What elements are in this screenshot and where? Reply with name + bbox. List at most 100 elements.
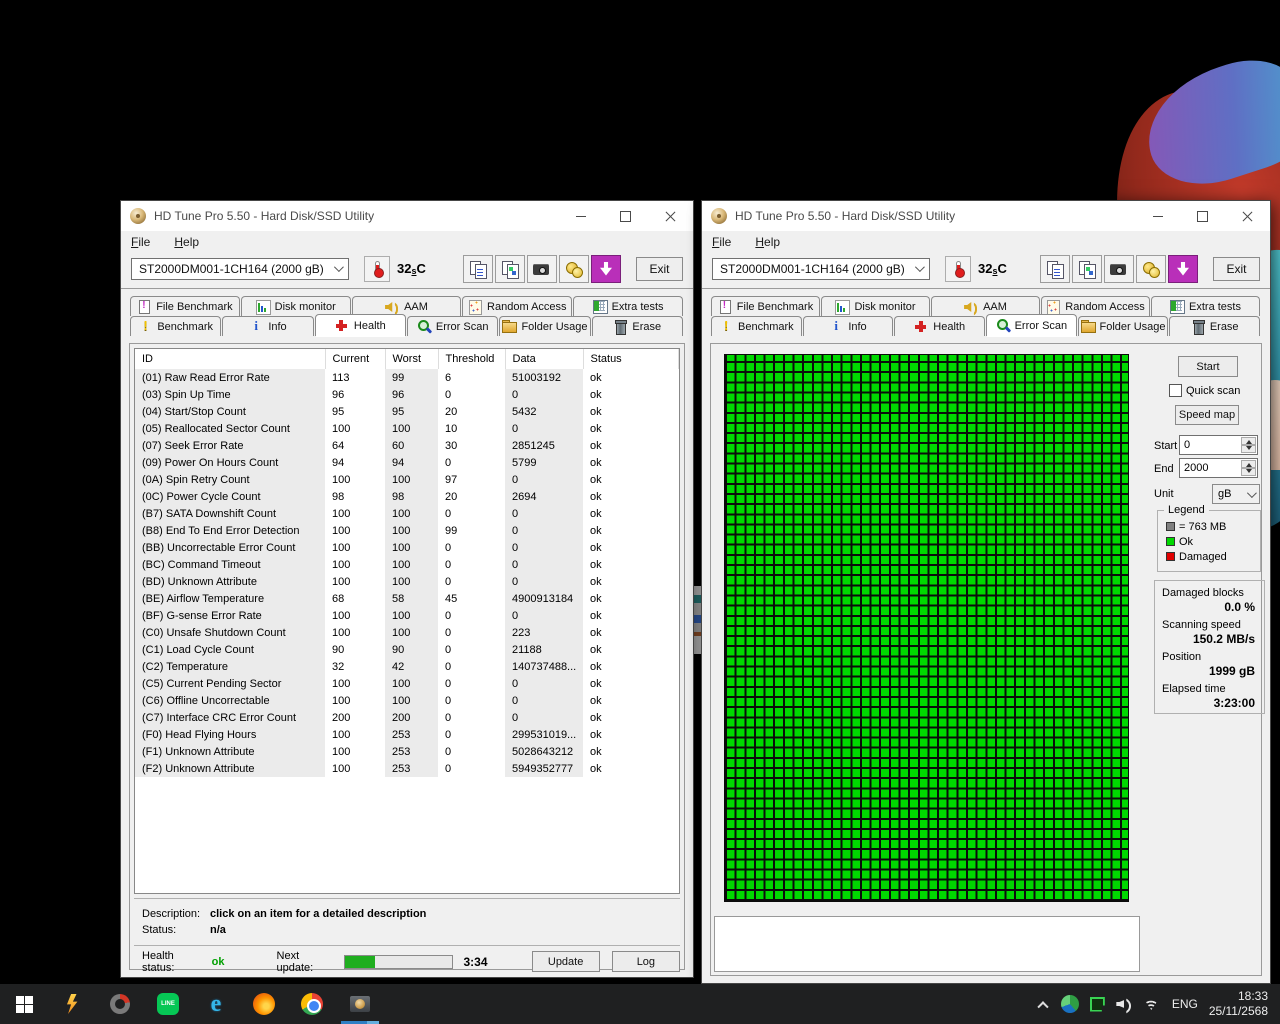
tab-disk-monitor[interactable]: Disk monitor (241, 296, 351, 316)
smart-row[interactable]: (05) Reallocated Sector Count100100100ok (135, 420, 679, 437)
tab-aam[interactable]: AAM (931, 296, 1040, 316)
tab-extra-tests[interactable]: Extra tests (573, 296, 683, 316)
smart-row[interactable]: (C1) Load Cycle Count9090021188ok (135, 641, 679, 658)
donate-button[interactable] (559, 255, 589, 283)
column-header-threshold[interactable]: Threshold (438, 349, 505, 369)
smart-row[interactable]: (C6) Offline Uncorrectable10010000ok (135, 692, 679, 709)
smart-row[interactable]: (C0) Unsafe Shutdown Count1001000223ok (135, 624, 679, 641)
exit-button[interactable]: Exit (1213, 257, 1260, 281)
tab-info[interactable]: Info (222, 316, 313, 336)
smart-row[interactable]: (09) Power On Hours Count949405799ok (135, 454, 679, 471)
taskbar-line[interactable]: LINE (144, 984, 192, 1024)
end-position-input[interactable]: 2000 (1179, 458, 1258, 478)
log-button[interactable]: Log (612, 951, 680, 972)
spin-up-icon[interactable] (1241, 460, 1256, 468)
start-position-input[interactable]: 0 (1179, 435, 1258, 455)
speed-map-button[interactable]: Speed map (1175, 405, 1239, 425)
tab-extra-tests[interactable]: Extra tests (1151, 296, 1260, 316)
smart-row[interactable]: (BB) Uncorrectable Error Count10010000ok (135, 539, 679, 556)
language-indicator[interactable]: ENG (1165, 997, 1205, 1011)
smart-row[interactable]: (BE) Airflow Temperature6858454900913184… (135, 590, 679, 607)
menu-help[interactable]: Help (174, 235, 199, 249)
unit-select[interactable]: gB (1212, 484, 1260, 504)
spin-down-icon[interactable] (1241, 468, 1256, 476)
tray-idm[interactable] (1057, 984, 1084, 1024)
close-button[interactable] (648, 201, 693, 231)
tray-hdtune[interactable] (1084, 984, 1111, 1024)
tab-random-access[interactable]: Random Access (1041, 296, 1150, 316)
column-header-current[interactable]: Current (325, 349, 385, 369)
taskbar-clock[interactable]: 18:33 25/11/2568 (1205, 989, 1280, 1019)
smart-row[interactable]: (07) Seek Error Rate6460302851245ok (135, 437, 679, 454)
taskbar-chrome[interactable] (288, 984, 336, 1024)
smart-row[interactable]: (01) Raw Read Error Rate11399651003192ok (135, 369, 679, 386)
smart-row[interactable]: (BF) G-sense Error Rate10010000ok (135, 607, 679, 624)
taskbar-winamp[interactable] (48, 984, 96, 1024)
smart-row[interactable]: (C5) Current Pending Sector10010000ok (135, 675, 679, 692)
smart-row[interactable]: (04) Start/Stop Count9595205432ok (135, 403, 679, 420)
tab-health[interactable]: Health (315, 314, 406, 336)
taskbar-disk-tool[interactable] (96, 984, 144, 1024)
spin-up-icon[interactable] (1241, 437, 1256, 445)
tray-volume[interactable] (1111, 984, 1138, 1024)
smart-row[interactable]: (0A) Spin Retry Count100100970ok (135, 471, 679, 488)
smart-row[interactable]: (C2) Temperature32420140737488...ok (135, 658, 679, 675)
spin-down-icon[interactable] (1241, 445, 1256, 453)
drive-select[interactable]: ST2000DM001-1CH164 (2000 gB) (712, 258, 930, 280)
tab-file-benchmark[interactable]: File Benchmark (130, 296, 240, 316)
minimize-button[interactable] (1135, 201, 1180, 231)
tab-info[interactable]: Info (803, 316, 894, 336)
tab-erase[interactable]: Erase (592, 316, 683, 336)
start-spinner[interactable] (1241, 437, 1256, 453)
start-button[interactable] (0, 984, 48, 1024)
column-header-data[interactable]: Data (505, 349, 583, 369)
maximize-button[interactable] (1180, 201, 1225, 231)
tab-aam[interactable]: AAM (352, 296, 462, 316)
smart-row[interactable]: (0C) Power Cycle Count9898202694ok (135, 488, 679, 505)
update-button[interactable]: Update (532, 951, 600, 972)
drive-select[interactable]: ST2000DM001-1CH164 (2000 gB) (131, 258, 349, 280)
tab-benchmark[interactable]: Benchmark (711, 316, 802, 336)
smart-row[interactable]: (B8) End To End Error Detection100100990… (135, 522, 679, 539)
column-header-id[interactable]: ID (135, 349, 325, 369)
tab-error-scan[interactable]: Error Scan (407, 316, 498, 336)
menu-file[interactable]: File (712, 235, 731, 249)
tab-file-benchmark[interactable]: File Benchmark (711, 296, 820, 316)
quick-scan-checkbox[interactable] (1169, 384, 1182, 397)
copy-text-button[interactable] (1040, 255, 1070, 283)
tab-folder-usage[interactable]: Folder Usage (499, 316, 590, 336)
minimize-button[interactable] (558, 201, 603, 231)
taskbar-firefox[interactable] (240, 984, 288, 1024)
smart-row[interactable]: (F2) Unknown Attribute10025305949352777o… (135, 760, 679, 777)
taskbar-internet-explorer[interactable]: e (192, 984, 240, 1024)
titlebar[interactable]: HD Tune Pro 5.50 - Hard Disk/SSD Utility (121, 201, 693, 231)
tray-expand-button[interactable] (1030, 984, 1057, 1024)
titlebar[interactable]: HD Tune Pro 5.50 - Hard Disk/SSD Utility (702, 201, 1270, 231)
download-update-button[interactable] (1168, 255, 1198, 283)
smart-row[interactable]: (BD) Unknown Attribute10010000ok (135, 573, 679, 590)
tab-health[interactable]: Health (894, 316, 985, 336)
tab-random-access[interactable]: Random Access (462, 296, 572, 316)
screenshot-button[interactable] (527, 255, 557, 283)
tab-error-scan[interactable]: Error Scan (986, 314, 1077, 336)
column-header-worst[interactable]: Worst (385, 349, 438, 369)
start-scan-button[interactable]: Start (1178, 356, 1238, 377)
smart-row[interactable]: (C7) Interface CRC Error Count20020000ok (135, 709, 679, 726)
maximize-button[interactable] (603, 201, 648, 231)
donate-button[interactable] (1136, 255, 1166, 283)
tab-folder-usage[interactable]: Folder Usage (1078, 316, 1169, 336)
smart-row[interactable]: (BC) Command Timeout10010000ok (135, 556, 679, 573)
exit-button[interactable]: Exit (636, 257, 683, 281)
tab-benchmark[interactable]: Benchmark (130, 316, 221, 336)
smart-row[interactable]: (B7) SATA Downshift Count10010000ok (135, 505, 679, 522)
download-update-button[interactable] (591, 255, 621, 283)
screenshot-button[interactable] (1104, 255, 1134, 283)
close-button[interactable] (1225, 201, 1270, 231)
taskbar-hdtune[interactable] (336, 984, 384, 1024)
tray-network[interactable] (1138, 984, 1165, 1024)
smart-row[interactable]: (F0) Head Flying Hours1002530299531019..… (135, 726, 679, 743)
column-header-status[interactable]: Status (583, 349, 679, 369)
menu-help[interactable]: Help (755, 235, 780, 249)
copy-image-button[interactable] (495, 255, 525, 283)
menu-file[interactable]: File (131, 235, 150, 249)
